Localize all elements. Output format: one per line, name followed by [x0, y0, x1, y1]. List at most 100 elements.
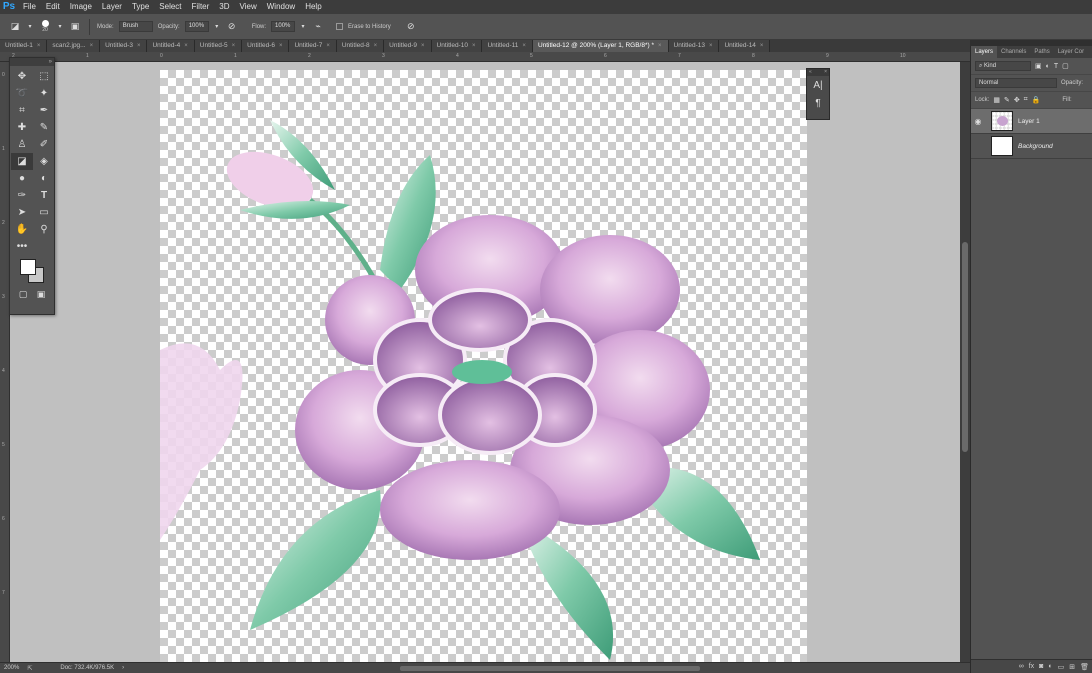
- hand-tool-icon[interactable]: ✋: [11, 221, 33, 238]
- new-layer-icon[interactable]: ⊞: [1069, 663, 1075, 671]
- menu-window[interactable]: Window: [262, 0, 300, 14]
- paragraph-icon[interactable]: ¶: [807, 94, 829, 112]
- document-canvas[interactable]: [160, 70, 807, 662]
- tab-paths[interactable]: Paths: [1030, 46, 1053, 58]
- tab-layers[interactable]: Layers: [971, 46, 998, 58]
- link-layers-icon[interactable]: ∞: [1019, 663, 1024, 670]
- eye-icon[interactable]: ◉: [971, 117, 985, 126]
- tab-document[interactable]: Untitled-13 ×: [668, 40, 720, 52]
- tab-document[interactable]: Untitled-14 ×: [719, 40, 771, 52]
- layer-filter-select[interactable]: ⌕ Kind: [975, 61, 1031, 71]
- erase-to-history-checkbox[interactable]: [336, 23, 344, 30]
- tab-document[interactable]: Untitled-4 ×: [147, 40, 195, 52]
- tab-document[interactable]: Untitled-3 ×: [100, 40, 148, 52]
- character-icon[interactable]: A|: [807, 76, 829, 94]
- layer-style-icon[interactable]: fx: [1029, 663, 1034, 670]
- menu-image[interactable]: Image: [65, 0, 97, 14]
- tools-panel-header[interactable]: »: [10, 58, 54, 66]
- magic-wand-tool-icon[interactable]: ✦: [33, 85, 55, 102]
- close-icon[interactable]: ×: [184, 40, 188, 52]
- crop-tool-icon[interactable]: ⌗: [11, 102, 33, 119]
- tab-document[interactable]: Untitled-11 ×: [482, 40, 533, 52]
- eraser-tool-icon[interactable]: ◪: [11, 153, 33, 170]
- history-brush-tool-icon[interactable]: ✐: [33, 136, 55, 153]
- close-icon[interactable]: ×: [374, 40, 378, 52]
- filter-pixel-icon[interactable]: ▣: [1035, 62, 1042, 70]
- lock-pixels-icon[interactable]: ✎: [1004, 96, 1010, 104]
- path-selection-tool-icon[interactable]: ➤: [11, 204, 33, 221]
- close-icon[interactable]: ×: [658, 40, 662, 52]
- opacity-input[interactable]: 100%: [184, 21, 209, 32]
- dodge-tool-icon[interactable]: ◐: [33, 170, 55, 187]
- tab-document[interactable]: Untitled-1 ×: [0, 40, 48, 52]
- menu-filter[interactable]: Filter: [187, 0, 215, 14]
- horizontal-scrollbar-thumb[interactable]: [400, 666, 700, 671]
- chevron-down-icon[interactable]: ▾: [57, 20, 63, 34]
- tab-channels[interactable]: Channels: [997, 46, 1030, 58]
- layer-name[interactable]: Layer 1: [1018, 118, 1040, 125]
- healing-brush-tool-icon[interactable]: ✚: [11, 119, 33, 136]
- lock-all-icon[interactable]: 🔒: [1032, 96, 1041, 104]
- menu-file[interactable]: File: [18, 0, 41, 14]
- eyedropper-tool-icon[interactable]: ✒: [33, 102, 55, 119]
- pen-tool-icon[interactable]: ✑: [11, 187, 33, 204]
- flow-input[interactable]: 100%: [271, 21, 296, 32]
- screen-mode-icon[interactable]: ▣: [37, 289, 46, 300]
- brush-tool-icon[interactable]: ✎: [33, 119, 55, 136]
- menu-3d[interactable]: 3D: [214, 0, 234, 14]
- lock-transparent-icon[interactable]: ▦: [993, 96, 1000, 104]
- close-icon[interactable]: ×: [824, 69, 827, 76]
- menu-type[interactable]: Type: [127, 0, 154, 14]
- filter-type-icon[interactable]: T: [1054, 63, 1058, 70]
- tab-document[interactable]: Untitled-6 ×: [242, 40, 290, 52]
- quick-mask-icon[interactable]: ▢: [19, 289, 28, 300]
- close-icon[interactable]: ×: [232, 40, 236, 52]
- vertical-scrollbar[interactable]: [960, 62, 970, 662]
- vertical-scrollbar-thumb[interactable]: [962, 242, 968, 452]
- visibility-toggle[interactable]: [971, 142, 985, 151]
- add-mask-icon[interactable]: ◙: [1039, 663, 1043, 670]
- tab-layer-comps[interactable]: Layer Cor: [1054, 46, 1088, 58]
- lasso-tool-icon[interactable]: ➰: [11, 85, 33, 102]
- close-icon[interactable]: ×: [760, 40, 764, 52]
- paint-bucket-tool-icon[interactable]: ◈: [33, 153, 55, 170]
- menu-view[interactable]: View: [235, 0, 262, 14]
- zoom-level[interactable]: 200%: [4, 665, 19, 671]
- chevron-down-icon[interactable]: ▾: [214, 20, 220, 34]
- close-icon[interactable]: ×: [522, 40, 526, 52]
- menu-edit[interactable]: Edit: [41, 0, 65, 14]
- pressure-opacity-icon[interactable]: ⊘: [225, 20, 239, 34]
- adjustment-layer-icon[interactable]: ◐: [1048, 663, 1052, 670]
- share-icon[interactable]: ⇱: [27, 665, 32, 672]
- tab-active-document[interactable]: Untitled-12 @ 200% (Layer 1, RGB/8*) * ×: [532, 40, 669, 52]
- tab-document[interactable]: Untitled-9 ×: [384, 40, 432, 52]
- brush-panel-icon[interactable]: ▣: [68, 20, 82, 34]
- pressure-size-icon[interactable]: ⊘: [404, 20, 418, 34]
- layer-row[interactable]: Background: [971, 134, 1092, 159]
- blur-tool-icon[interactable]: ●: [11, 170, 33, 187]
- tab-document[interactable]: scan2.jpg... ×: [47, 40, 101, 52]
- menu-select[interactable]: Select: [154, 0, 186, 14]
- delete-layer-icon[interactable]: 🗑: [1080, 663, 1089, 671]
- blend-mode-select[interactable]: Normal: [975, 78, 1057, 88]
- tab-document[interactable]: Untitled-10 ×: [431, 40, 483, 52]
- eraser-tool-preset-icon[interactable]: ◪: [8, 20, 22, 34]
- menu-layer[interactable]: Layer: [97, 0, 127, 14]
- chevron-down-icon[interactable]: ▾: [300, 20, 306, 34]
- tab-document[interactable]: Untitled-5 ×: [194, 40, 243, 52]
- close-icon[interactable]: ×: [472, 40, 476, 52]
- expand-icon[interactable]: «: [809, 69, 812, 76]
- close-icon[interactable]: ×: [37, 40, 41, 52]
- character-panel-header[interactable]: «×: [807, 69, 829, 76]
- menu-help[interactable]: Help: [300, 0, 326, 14]
- more-tools-icon[interactable]: •••: [11, 238, 33, 255]
- filter-adjustment-icon[interactable]: ◐: [1046, 63, 1050, 70]
- status-menu-icon[interactable]: ›: [122, 665, 124, 671]
- lock-position-icon[interactable]: ✥: [1014, 96, 1020, 104]
- close-icon[interactable]: ×: [90, 40, 94, 52]
- chevron-down-icon[interactable]: ▾: [27, 20, 33, 34]
- move-tool-icon[interactable]: ✥: [11, 68, 33, 85]
- zoom-tool-icon[interactable]: ⚲: [33, 221, 55, 238]
- close-icon[interactable]: ×: [137, 40, 141, 52]
- clone-stamp-tool-icon[interactable]: ♙: [11, 136, 33, 153]
